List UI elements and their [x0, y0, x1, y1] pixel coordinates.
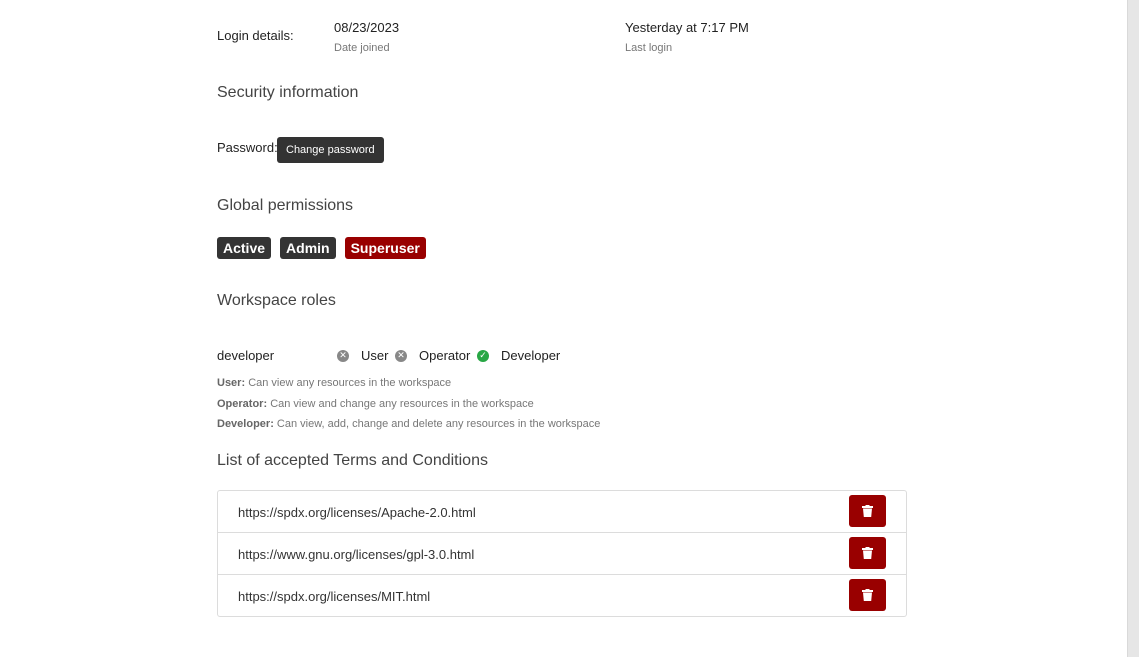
permission-badges: Active Admin Superuser	[217, 237, 426, 259]
workspace-role-row: developer ✕ User ✕ Operator ✓ Developer	[217, 348, 907, 366]
role-description-operator: Operator: Can view and change any resour…	[217, 398, 534, 410]
role-description-name: Operator:	[217, 398, 268, 410]
role-developer: ✓ Developer	[477, 348, 560, 363]
x-circle-icon: ✕	[395, 349, 407, 362]
workspace-roles-title: Workspace roles	[217, 292, 336, 309]
change-password-tooltip[interactable]: Change password	[277, 137, 384, 163]
badge-active: Active	[217, 237, 272, 259]
check-circle-icon: ✓	[477, 349, 489, 362]
vertical-scrollbar[interactable]	[1127, 0, 1139, 657]
role-description-user: User: Can view any resources in the work…	[217, 377, 451, 389]
login-details: Login details: 08/23/2023 Date joined Ye…	[217, 20, 907, 60]
badge-admin: Admin	[280, 237, 336, 259]
list-item: https://spdx.org/licenses/Apache-2.0.htm…	[218, 491, 906, 533]
role-developer-label: Developer	[501, 348, 561, 363]
date-joined: 08/23/2023 Date joined	[334, 20, 399, 54]
role-operator-label: Operator	[419, 348, 471, 363]
list-item: https://spdx.org/licenses/MIT.html	[218, 575, 906, 616]
role-operator: ✕ Operator	[395, 348, 470, 363]
delete-term-button[interactable]	[849, 537, 886, 569]
date-joined-label: Date joined	[334, 42, 390, 54]
workspace-name: developer	[217, 348, 275, 363]
login-details-label: Login details:	[217, 28, 294, 43]
x-circle-icon: ✕	[337, 349, 349, 362]
security-title: Security information	[217, 84, 359, 101]
delete-term-button[interactable]	[849, 579, 886, 611]
password-label: Password:	[217, 140, 278, 155]
trash-icon	[862, 589, 873, 601]
role-description-name: User:	[217, 377, 246, 389]
term-url[interactable]: https://spdx.org/licenses/MIT.html	[238, 589, 430, 604]
role-description-developer: Developer: Can view, add, change and del…	[217, 418, 600, 430]
delete-term-button[interactable]	[849, 495, 886, 527]
term-url[interactable]: https://spdx.org/licenses/Apache-2.0.htm…	[238, 505, 476, 520]
date-joined-value: 08/23/2023	[334, 20, 400, 35]
last-login-value: Yesterday at 7:17 PM	[625, 20, 749, 35]
list-item: https://www.gnu.org/licenses/gpl-3.0.htm…	[218, 533, 906, 575]
trash-icon	[862, 505, 873, 517]
global-permissions-title: Global permissions	[217, 197, 354, 214]
last-login: Yesterday at 7:17 PM Last login	[625, 20, 749, 54]
last-login-label: Last login	[625, 42, 673, 54]
trash-icon	[862, 547, 873, 559]
role-description-name: Developer:	[217, 418, 274, 430]
role-user: ✕ User	[337, 348, 388, 363]
terms-title: List of accepted Terms and Conditions	[217, 452, 488, 469]
role-description-text: Can view, add, change and delete any res…	[276, 418, 601, 430]
role-description-text: Can view and change any resources in the…	[270, 398, 534, 410]
terms-list: https://spdx.org/licenses/Apache-2.0.htm…	[217, 490, 907, 617]
badge-superuser: Superuser	[344, 237, 426, 259]
term-url[interactable]: https://www.gnu.org/licenses/gpl-3.0.htm…	[238, 547, 474, 562]
role-description-text: Can view any resources in the workspace	[248, 377, 452, 389]
role-user-label: User	[361, 348, 389, 363]
